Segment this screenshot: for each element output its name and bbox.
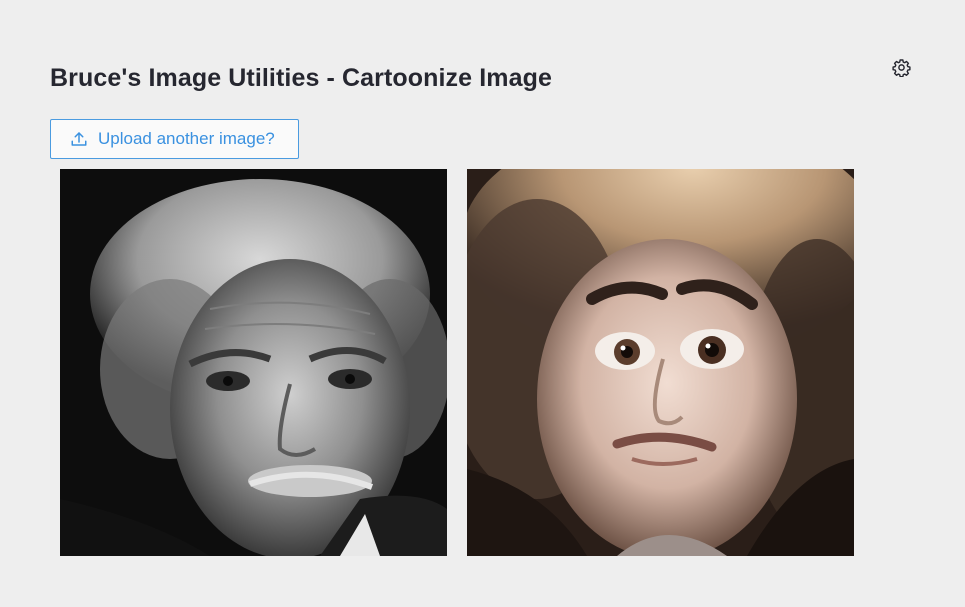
page-title: Bruce's Image Utilities - Cartoonize Ima… [50, 64, 552, 92]
settings-button[interactable] [890, 56, 912, 78]
cartoonized-image [467, 169, 854, 556]
upload-icon [71, 132, 87, 146]
gear-icon [891, 58, 911, 77]
upload-button-label: Upload another image? [98, 129, 275, 148]
app-page: Bruce's Image Utilities - Cartoonize Ima… [0, 0, 965, 607]
upload-another-image-button[interactable]: Upload another image? [50, 119, 299, 159]
original-image [60, 169, 447, 556]
